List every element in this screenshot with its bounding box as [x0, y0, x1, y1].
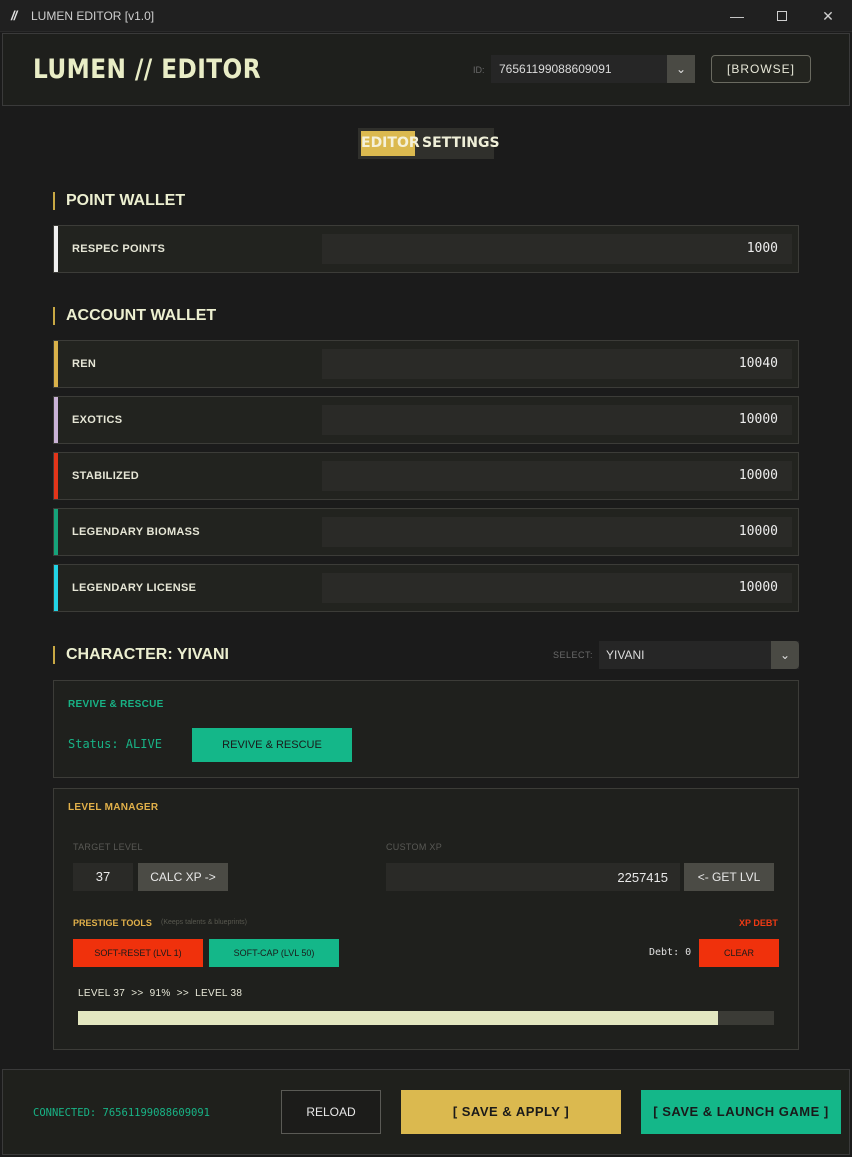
app-footer: CONNECTED: 76561199088609091 RELOAD [ SA… [2, 1069, 850, 1155]
level-progress-fill [78, 1011, 719, 1025]
wallet-label: EXOTICS [72, 414, 123, 426]
character-title: CHARACTER: YIVANI [53, 646, 229, 664]
prestige-tools-label: PRESTIGE TOOLS [73, 918, 152, 928]
wallet-row-legendary-license: LEGENDARY LICENSE 10000 [53, 564, 799, 612]
level-progress-text: LEVEL 37 >> 91% >> LEVEL 38 [78, 988, 243, 999]
clear-debt-button[interactable]: CLEAR [699, 939, 779, 967]
target-level-label: TARGET LEVEL [73, 842, 143, 852]
stabilized-input[interactable]: 10000 [322, 461, 792, 491]
custom-xp-value: 2257415 [617, 870, 668, 885]
window-title: LUMEN EDITOR [v1.0] [31, 9, 155, 23]
wallet-label: REN [72, 358, 97, 370]
wallet-value: 10000 [738, 580, 778, 595]
wallet-row-respec-points: RESPEC POINTS 1000 [53, 225, 799, 273]
exotics-input[interactable]: 10000 [322, 405, 792, 435]
accent-bar [54, 226, 58, 272]
ren-input[interactable]: 10040 [322, 349, 792, 379]
target-level-input[interactable]: 37 [73, 863, 133, 891]
minimize-button[interactable]: — [727, 6, 747, 26]
character-select-label: SELECT: [553, 650, 594, 660]
save-apply-button[interactable]: [ SAVE & APPLY ] [401, 1090, 621, 1134]
legendary-license-input[interactable]: 10000 [322, 573, 792, 603]
window-titlebar: // LUMEN EDITOR [v1.0] — ✕ [0, 0, 852, 32]
wallet-row-stabilized: STABILIZED 10000 [53, 452, 799, 500]
wallet-row-ren: REN 10040 [53, 340, 799, 388]
wallet-row-exotics: EXOTICS 10000 [53, 396, 799, 444]
legendary-biomass-input[interactable]: 10000 [322, 517, 792, 547]
wallet-label: LEGENDARY LICENSE [72, 582, 197, 594]
accent-bar [54, 509, 58, 555]
chevron-down-icon[interactable]: ⌄ [667, 55, 695, 83]
account-wallet-title: ACCOUNT WALLET [53, 307, 216, 325]
soft-reset-button[interactable]: SOFT-RESET (LVL 1) [73, 939, 203, 967]
wallet-row-legendary-biomass: LEGENDARY BIOMASS 10000 [53, 508, 799, 556]
tab-settings[interactable]: SETTINGS [422, 131, 500, 156]
save-launch-game-button[interactable]: [ SAVE & LAUNCH GAME ] [641, 1090, 841, 1134]
revive-panel-title: REVIVE & RESCUE [68, 699, 164, 710]
accent-bar [54, 565, 58, 611]
wallet-value: 1000 [746, 241, 778, 256]
revive-panel: REVIVE & RESCUE Status: ALIVE REVIVE & R… [53, 680, 799, 778]
wallet-value: 10000 [738, 412, 778, 427]
wallet-value: 10000 [738, 468, 778, 483]
custom-xp-input[interactable]: 2257415 [386, 863, 680, 891]
wallet-label: RESPEC POINTS [72, 243, 166, 255]
level-manager-panel: LEVEL MANAGER TARGET LEVEL 37 CALC XP ->… [53, 788, 799, 1050]
wallet-value: 10040 [738, 356, 778, 371]
character-status: Status: ALIVE [68, 737, 162, 751]
level-progress-bar [78, 1011, 774, 1025]
browse-button[interactable]: [BROWSE] [711, 55, 811, 83]
accent-bar [54, 453, 58, 499]
app-header: LUMEN // EDITOR ID: 76561199088609091 ⌄ … [2, 33, 850, 106]
prestige-hint: (Keeps talents & blueprints) [161, 919, 247, 926]
maximize-icon [777, 11, 787, 21]
wallet-label: LEGENDARY BIOMASS [72, 526, 200, 538]
app-logo-icon: // [11, 8, 17, 23]
accent-bar [54, 341, 58, 387]
character-select[interactable]: YIVANI ⌄ [599, 641, 799, 669]
maximize-button[interactable] [772, 6, 792, 26]
get-level-button[interactable]: <- GET LVL [684, 863, 774, 891]
brand-title: LUMEN // EDITOR [33, 54, 262, 85]
steam-id-value: 76561199088609091 [499, 62, 612, 76]
chevron-down-icon[interactable]: ⌄ [771, 641, 799, 669]
debt-value: Debt: 0 [649, 947, 692, 958]
wallet-value: 10000 [738, 524, 778, 539]
reload-button[interactable]: RELOAD [281, 1090, 381, 1134]
respec-points-input[interactable]: 1000 [322, 234, 792, 264]
soft-cap-button[interactable]: SOFT-CAP (LVL 50) [209, 939, 339, 967]
xp-debt-label: XP DEBT [739, 918, 778, 928]
custom-xp-label: CUSTOM XP [386, 842, 443, 852]
point-wallet-title: POINT WALLET [53, 192, 185, 210]
calc-xp-button[interactable]: CALC XP -> [138, 863, 228, 891]
steam-id-select[interactable]: 76561199088609091 ⌄ [491, 55, 695, 83]
close-button[interactable]: ✕ [818, 6, 838, 26]
level-manager-title: LEVEL MANAGER [68, 802, 159, 813]
accent-bar [54, 397, 58, 443]
revive-rescue-button[interactable]: REVIVE & RESCUE [192, 728, 352, 762]
tab-editor[interactable]: EDITOR [361, 131, 420, 156]
connection-status: CONNECTED: 76561199088609091 [33, 1107, 211, 1119]
id-label: ID: [473, 65, 485, 75]
character-select-value: YIVANI [606, 648, 645, 662]
wallet-label: STABILIZED [72, 470, 139, 482]
tab-bar: EDITOR SETTINGS [358, 128, 500, 159]
